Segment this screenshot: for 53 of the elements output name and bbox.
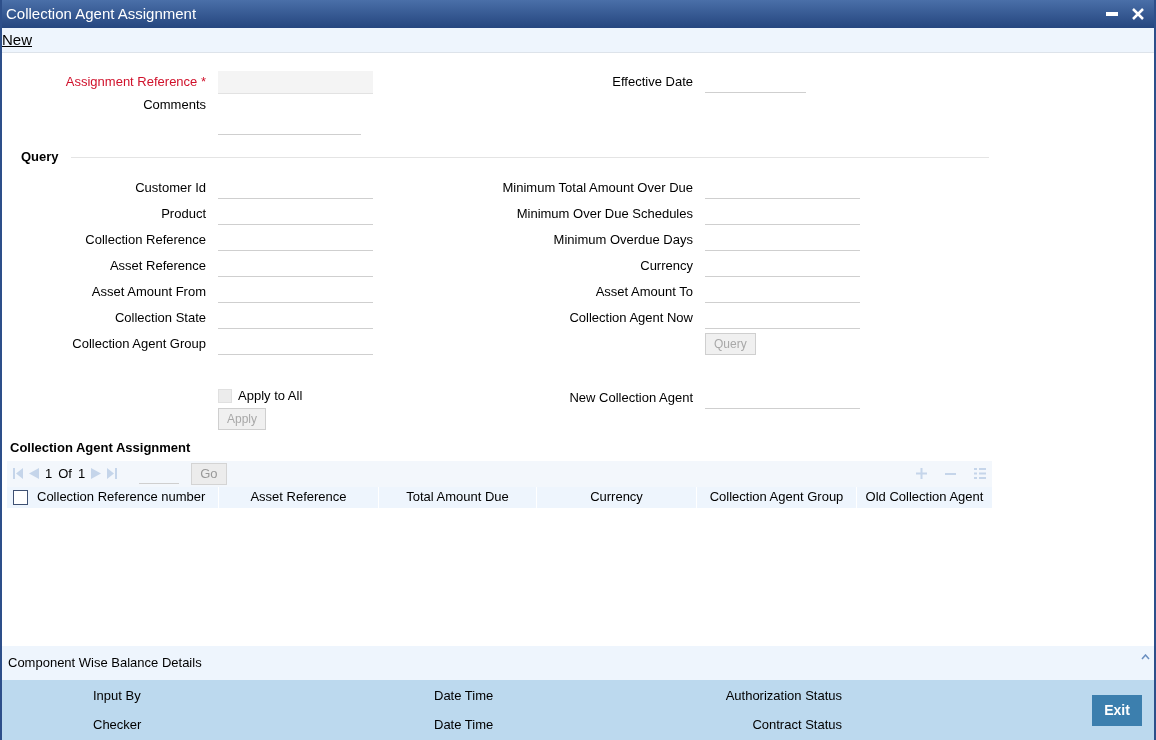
first-page-icon[interactable] bbox=[13, 468, 23, 479]
remove-row-icon[interactable] bbox=[945, 472, 956, 475]
last-page-icon[interactable] bbox=[107, 468, 118, 479]
field-label: Minimum Total Amount Over Due bbox=[501, 179, 694, 198]
grid-title: Collection Agent Assignment bbox=[10, 440, 191, 455]
previous-page-icon[interactable] bbox=[29, 468, 39, 479]
audit-label: Date Time bbox=[434, 715, 494, 734]
column-header[interactable]: Collection Reference number bbox=[33, 486, 219, 508]
field-label: Customer Id bbox=[134, 179, 207, 198]
next-page-icon[interactable] bbox=[91, 468, 102, 479]
column-header[interactable]: Total Amount Due bbox=[379, 486, 537, 508]
close-icon[interactable] bbox=[1132, 8, 1144, 20]
column-header[interactable]: Old Collection Agent bbox=[857, 486, 992, 508]
add-row-icon[interactable] bbox=[916, 468, 927, 479]
checkbox[interactable] bbox=[218, 389, 232, 403]
page-number: 1 bbox=[45, 464, 53, 483]
minimize-icon[interactable] bbox=[1106, 12, 1118, 16]
section-heading: Query bbox=[21, 148, 60, 167]
field-label: Minimum Over Due Schedules bbox=[515, 205, 694, 224]
column-header[interactable]: Collection Agent Group bbox=[697, 486, 857, 508]
new-link[interactable]: New bbox=[2, 28, 32, 52]
field-label: Comments bbox=[142, 96, 207, 114]
field-label: Asset Amount From bbox=[90, 283, 207, 302]
field-label: Collection Agent Now bbox=[568, 309, 694, 328]
section-bar[interactable]: Component Wise Balance Details bbox=[2, 646, 1154, 680]
field-label: Collection State bbox=[113, 309, 207, 328]
section-title: Component Wise Balance Details bbox=[8, 654, 203, 673]
window-title: Collection Agent Assignment bbox=[6, 3, 198, 24]
checkbox-label: Apply to All bbox=[238, 387, 303, 406]
field-label: Assignment Reference * bbox=[64, 73, 207, 92]
field-label: Minimum Overdue Days bbox=[552, 231, 694, 250]
field-label: Currency bbox=[639, 257, 694, 276]
input-field[interactable] bbox=[218, 70, 373, 94]
list-icon[interactable] bbox=[974, 468, 986, 479]
audit-label: Contract Status bbox=[752, 715, 842, 734]
field-label: Effective Date bbox=[611, 73, 694, 92]
field-label: Collection Agent Group bbox=[71, 335, 207, 354]
audit-label: Checker bbox=[93, 715, 142, 734]
field-label: Asset Amount To bbox=[594, 283, 694, 302]
field-label: Product bbox=[160, 205, 207, 224]
audit-label: Date Time bbox=[434, 687, 494, 705]
select-all-checkbox[interactable] bbox=[12, 489, 28, 505]
audit-label: Authorization Status bbox=[725, 687, 842, 705]
page-total: 1 bbox=[77, 464, 86, 483]
column-header[interactable]: Currency bbox=[537, 486, 697, 508]
field-label: New Collection Agent bbox=[568, 389, 694, 408]
field-label: Asset Reference bbox=[108, 257, 207, 276]
page-of: Of bbox=[58, 464, 72, 483]
caret-icon[interactable] bbox=[1141, 654, 1150, 660]
field-label: Collection Reference bbox=[84, 231, 207, 250]
audit-label: Input By bbox=[93, 687, 141, 705]
column-header[interactable]: Asset Reference bbox=[219, 486, 379, 508]
exit-button[interactable]: Exit bbox=[1092, 694, 1142, 726]
